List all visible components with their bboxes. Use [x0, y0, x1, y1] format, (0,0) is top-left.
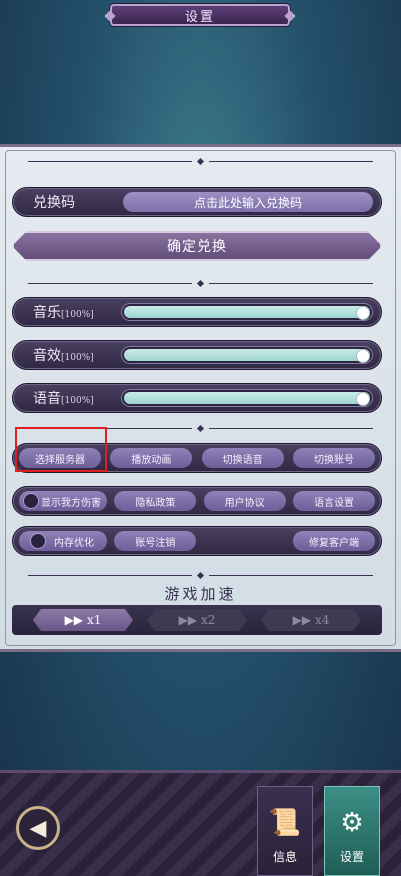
sfx-volume-row: 音效[100%] [12, 340, 382, 370]
slider-knob[interactable] [356, 349, 370, 363]
divider [28, 279, 373, 287]
divider [28, 571, 373, 579]
game-speed-title: 游戏加速 [164, 585, 237, 603]
page-title: 设置 [110, 4, 290, 26]
user-agreement-button[interactable]: 用户协议 [203, 491, 286, 511]
music-label: 音乐 [33, 305, 61, 321]
voice-volume-row: 语音[100%] [12, 383, 382, 413]
speed-x2-button[interactable]: ▶▶ x2 [147, 609, 247, 631]
gear-icon: ⚙ [340, 808, 364, 838]
show-damage-toggle[interactable]: 显示我方伤害 [19, 491, 107, 511]
highlight-box [15, 427, 107, 472]
scroll-icon: 📜 [268, 808, 302, 838]
confirm-redeem-button[interactable]: 确定兑换 [12, 231, 382, 261]
music-volume-slider[interactable] [121, 303, 373, 321]
fast-forward-icon: ▶▶ [292, 613, 312, 627]
voice-volume-slider[interactable] [121, 389, 373, 407]
privacy-policy-button[interactable]: 隐私政策 [114, 491, 197, 511]
options-row-2: 显示我方伤害 隐私政策 用户协议 语言设置 [12, 486, 382, 516]
language-settings-button[interactable]: 语言设置 [292, 491, 375, 511]
repair-client-button[interactable]: 修复客户端 [292, 531, 375, 551]
fast-forward-icon: ▶▶ [178, 613, 198, 627]
sfx-percent: [100%] [61, 353, 94, 363]
tab-info[interactable]: 📜 信息 [257, 786, 313, 876]
memory-optimize-label: 内存优化 [54, 537, 94, 549]
divider [28, 157, 373, 165]
redeem-row: 兑换码 点击此处输入兑换码 [12, 187, 382, 217]
speed-x1-button[interactable]: ▶▶ x1 [33, 609, 133, 631]
back-button[interactable]: ◀ [16, 806, 60, 850]
tab-settings-label: 设置 [339, 850, 364, 864]
tab-info-label: 信息 [272, 850, 297, 864]
switch-account-button[interactable]: 切换账号 [292, 448, 375, 468]
toggle-circle [23, 493, 39, 509]
fast-forward-icon: ▶▶ [64, 613, 84, 627]
slider-fill [124, 306, 370, 318]
voice-label: 语音 [33, 391, 61, 407]
play-animation-button[interactable]: 播放动画 [110, 448, 193, 468]
speed-x4-button[interactable]: ▶▶ x4 [261, 609, 361, 631]
sfx-volume-slider[interactable] [121, 346, 373, 364]
memory-optimize-toggle[interactable]: 内存优化 [19, 531, 107, 551]
show-damage-label: 显示我方伤害 [41, 497, 101, 509]
switch-voice-button[interactable]: 切换语音 [201, 448, 284, 468]
slider-fill [124, 349, 370, 361]
settings-panel: 兑换码 点击此处输入兑换码 确定兑换 音乐[100%] 音效[100%] 语音[… [0, 144, 401, 652]
back-arrow-icon: ◀ [29, 815, 47, 841]
sfx-label: 音效 [33, 348, 61, 364]
redeem-label: 兑换码 [33, 195, 75, 211]
music-percent: [100%] [61, 310, 94, 320]
options-row-3: 内存优化 账号注销 修复客户端 [12, 526, 382, 556]
toggle-circle [30, 533, 46, 549]
delete-account-button[interactable]: 账号注销 [114, 531, 197, 551]
voice-percent: [100%] [61, 396, 94, 406]
tab-settings[interactable]: ⚙ 设置 [324, 786, 380, 876]
slider-knob[interactable] [356, 306, 370, 320]
speed-row: ▶▶ x1 ▶▶ x2 ▶▶ x4 [12, 605, 382, 635]
music-volume-row: 音乐[100%] [12, 297, 382, 327]
redeem-code-input[interactable]: 点击此处输入兑换码 [123, 192, 373, 212]
slider-fill [124, 392, 370, 404]
slider-knob[interactable] [356, 392, 370, 406]
